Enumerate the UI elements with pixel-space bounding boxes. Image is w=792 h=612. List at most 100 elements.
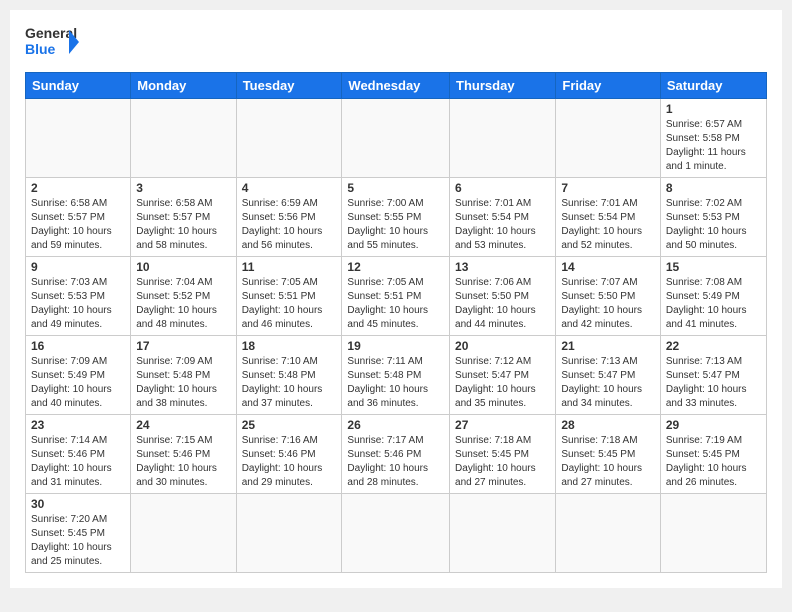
day-info: Sunrise: 7:07 AM Sunset: 5:50 PM Dayligh… <box>561 276 655 332</box>
day-info: Sunrise: 7:11 AM Sunset: 5:48 PM Dayligh… <box>347 355 444 411</box>
cell-content: 4Sunrise: 6:59 AM Sunset: 5:56 PM Daylig… <box>242 181 337 253</box>
day-info: Sunrise: 7:18 AM Sunset: 5:45 PM Dayligh… <box>455 434 550 490</box>
calendar-cell: 2Sunrise: 6:58 AM Sunset: 5:57 PM Daylig… <box>26 178 131 257</box>
cell-content: 3Sunrise: 6:58 AM Sunset: 5:57 PM Daylig… <box>136 181 230 253</box>
day-info: Sunrise: 7:09 AM Sunset: 5:49 PM Dayligh… <box>31 355 125 411</box>
day-number: 13 <box>455 260 550 274</box>
calendar-cell <box>26 99 131 178</box>
cell-content: 17Sunrise: 7:09 AM Sunset: 5:48 PM Dayli… <box>136 339 230 411</box>
weekday-header-sunday: Sunday <box>26 73 131 99</box>
cell-content: 20 Sunrise: 7:12 AM Sunset: 5:47 PM Dayli… <box>455 339 550 411</box>
day-info: Sunrise: 6:57 AM Sunset: 5:58 PM Dayligh… <box>666 118 761 174</box>
cell-content: 18Sunrise: 7:10 AM Sunset: 5:48 PM Dayli… <box>242 339 337 411</box>
calendar-cell: 21 Sunrise: 7:13 AM Sunset: 5:47 PM Dayli… <box>556 336 661 415</box>
day-number: 29 <box>666 418 761 432</box>
day-number: 14 <box>561 260 655 274</box>
day-info: Sunrise: 7:01 AM Sunset: 5:54 PM Dayligh… <box>561 197 655 253</box>
calendar-week-row: 30 Sunrise: 7:20 AM Sunset: 5:45 PM Dayli… <box>26 494 767 573</box>
day-info: Sunrise: 7:12 AM Sunset: 5:47 PM Dayligh… <box>455 355 550 411</box>
calendar-cell: 5Sunrise: 7:00 AM Sunset: 5:55 PM Daylig… <box>342 178 450 257</box>
day-info: Sunrise: 7:10 AM Sunset: 5:48 PM Dayligh… <box>242 355 337 411</box>
calendar-week-row: 2Sunrise: 6:58 AM Sunset: 5:57 PM Daylig… <box>26 178 767 257</box>
day-info: Sunrise: 7:16 AM Sunset: 5:46 PM Dayligh… <box>242 434 337 490</box>
day-info: Sunrise: 6:58 AM Sunset: 5:57 PM Dayligh… <box>31 197 125 253</box>
calendar-cell <box>450 99 556 178</box>
day-number: 30 <box>31 497 125 511</box>
calendar-cell <box>131 99 236 178</box>
day-info: Sunrise: 7:14 AM Sunset: 5:46 PM Dayligh… <box>31 434 125 490</box>
calendar-cell: 26Sunrise: 7:17 AM Sunset: 5:46 PM Dayli… <box>342 415 450 494</box>
calendar-cell: 1Sunrise: 6:57 AM Sunset: 5:58 PM Daylig… <box>660 99 766 178</box>
day-number: 24 <box>136 418 230 432</box>
calendar-cell <box>236 99 342 178</box>
cell-content: 1Sunrise: 6:57 AM Sunset: 5:58 PM Daylig… <box>666 102 761 174</box>
day-info: Sunrise: 7:13 AM Sunset: 5:47 PM Dayligh… <box>561 355 655 411</box>
day-info: Sunrise: 7:20 AM Sunset: 5:45 PM Dayligh… <box>31 513 125 569</box>
calendar-cell <box>342 99 450 178</box>
day-number: 19 <box>347 339 444 353</box>
cell-content: 19 Sunrise: 7:11 AM Sunset: 5:48 PM Dayli… <box>347 339 444 411</box>
weekday-header-thursday: Thursday <box>450 73 556 99</box>
calendar-cell: 7Sunrise: 7:01 AM Sunset: 5:54 PM Daylig… <box>556 178 661 257</box>
calendar-cell: 10Sunrise: 7:04 AM Sunset: 5:52 PM Dayli… <box>131 257 236 336</box>
day-number: 6 <box>455 181 550 195</box>
calendar-cell: 17Sunrise: 7:09 AM Sunset: 5:48 PM Dayli… <box>131 336 236 415</box>
calendar-cell: 8Sunrise: 7:02 AM Sunset: 5:53 PM Daylig… <box>660 178 766 257</box>
calendar-cell: 4Sunrise: 6:59 AM Sunset: 5:56 PM Daylig… <box>236 178 342 257</box>
calendar-container: GeneralBlue SundayMondayTuesdayWednesday… <box>10 10 782 588</box>
calendar-cell: 6 Sunrise: 7:01 AM Sunset: 5:54 PM Daylig… <box>450 178 556 257</box>
calendar-cell: 9 Sunrise: 7:03 AM Sunset: 5:53 PM Daylig… <box>26 257 131 336</box>
calendar-cell: 15Sunrise: 7:08 AM Sunset: 5:49 PM Dayli… <box>660 257 766 336</box>
day-number: 3 <box>136 181 230 195</box>
day-number: 20 <box>455 339 550 353</box>
day-number: 21 <box>561 339 655 353</box>
day-number: 27 <box>455 418 550 432</box>
cell-content: 29Sunrise: 7:19 AM Sunset: 5:45 PM Dayli… <box>666 418 761 490</box>
day-number: 15 <box>666 260 761 274</box>
calendar-cell: 16 Sunrise: 7:09 AM Sunset: 5:49 PM Dayli… <box>26 336 131 415</box>
day-info: Sunrise: 7:03 AM Sunset: 5:53 PM Dayligh… <box>31 276 125 332</box>
cell-content: 25 Sunrise: 7:16 AM Sunset: 5:46 PM Dayli… <box>242 418 337 490</box>
calendar-cell <box>450 494 556 573</box>
cell-content: 22Sunrise: 7:13 AM Sunset: 5:47 PM Dayli… <box>666 339 761 411</box>
day-number: 25 <box>242 418 337 432</box>
day-info: Sunrise: 7:09 AM Sunset: 5:48 PM Dayligh… <box>136 355 230 411</box>
calendar-cell <box>342 494 450 573</box>
day-info: Sunrise: 7:04 AM Sunset: 5:52 PM Dayligh… <box>136 276 230 332</box>
weekday-header-saturday: Saturday <box>660 73 766 99</box>
logo: GeneralBlue <box>25 20 85 64</box>
cell-content: 6 Sunrise: 7:01 AM Sunset: 5:54 PM Daylig… <box>455 181 550 253</box>
calendar-week-row: 9 Sunrise: 7:03 AM Sunset: 5:53 PM Daylig… <box>26 257 767 336</box>
weekday-header-friday: Friday <box>556 73 661 99</box>
day-number: 4 <box>242 181 337 195</box>
calendar-cell: 19 Sunrise: 7:11 AM Sunset: 5:48 PM Dayli… <box>342 336 450 415</box>
weekday-header-row: SundayMondayTuesdayWednesdayThursdayFrid… <box>26 73 767 99</box>
day-info: Sunrise: 7:01 AM Sunset: 5:54 PM Dayligh… <box>455 197 550 253</box>
calendar-cell: 18Sunrise: 7:10 AM Sunset: 5:48 PM Dayli… <box>236 336 342 415</box>
calendar-week-row: 1Sunrise: 6:57 AM Sunset: 5:58 PM Daylig… <box>26 99 767 178</box>
day-info: Sunrise: 7:05 AM Sunset: 5:51 PM Dayligh… <box>347 276 444 332</box>
cell-content: 26Sunrise: 7:17 AM Sunset: 5:46 PM Dayli… <box>347 418 444 490</box>
cell-content: 5Sunrise: 7:00 AM Sunset: 5:55 PM Daylig… <box>347 181 444 253</box>
day-number: 9 <box>31 260 125 274</box>
calendar-table: SundayMondayTuesdayWednesdayThursdayFrid… <box>25 72 767 573</box>
day-number: 8 <box>666 181 761 195</box>
calendar-cell: 3Sunrise: 6:58 AM Sunset: 5:57 PM Daylig… <box>131 178 236 257</box>
day-info: Sunrise: 7:15 AM Sunset: 5:46 PM Dayligh… <box>136 434 230 490</box>
header: GeneralBlue <box>25 20 767 64</box>
cell-content: 12Sunrise: 7:05 AM Sunset: 5:51 PM Dayli… <box>347 260 444 332</box>
calendar-week-row: 23Sunrise: 7:14 AM Sunset: 5:46 PM Dayli… <box>26 415 767 494</box>
weekday-header-tuesday: Tuesday <box>236 73 342 99</box>
day-info: Sunrise: 7:06 AM Sunset: 5:50 PM Dayligh… <box>455 276 550 332</box>
cell-content: 2Sunrise: 6:58 AM Sunset: 5:57 PM Daylig… <box>31 181 125 253</box>
day-number: 28 <box>561 418 655 432</box>
calendar-cell <box>131 494 236 573</box>
day-number: 5 <box>347 181 444 195</box>
calendar-cell: 14 Sunrise: 7:07 AM Sunset: 5:50 PM Dayli… <box>556 257 661 336</box>
cell-content: 13 Sunrise: 7:06 AM Sunset: 5:50 PM Dayli… <box>455 260 550 332</box>
calendar-cell <box>660 494 766 573</box>
cell-content: 16 Sunrise: 7:09 AM Sunset: 5:49 PM Dayli… <box>31 339 125 411</box>
day-number: 16 <box>31 339 125 353</box>
calendar-cell: 29Sunrise: 7:19 AM Sunset: 5:45 PM Dayli… <box>660 415 766 494</box>
day-info: Sunrise: 7:18 AM Sunset: 5:45 PM Dayligh… <box>561 434 655 490</box>
